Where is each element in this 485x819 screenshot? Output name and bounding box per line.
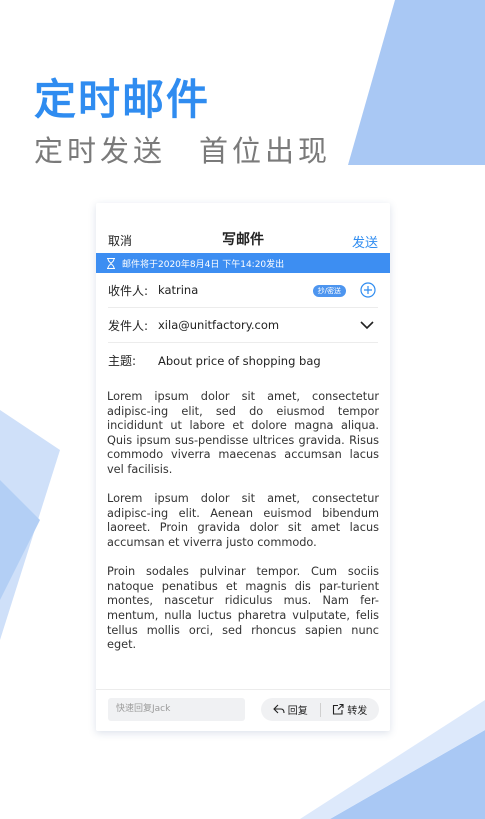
compose-card: 取消 写邮件 发送 邮件将于2020年8月4日 下午14:20发出 收件人: k… xyxy=(96,203,390,731)
schedule-text: 邮件将于2020年8月4日 下午14:20发出 xyxy=(122,259,285,270)
from-field[interactable]: xila@unitfactory.com xyxy=(158,318,279,332)
subject-label: 主题: xyxy=(108,354,137,368)
to-row: 收件人: katrina 抄/密送 xyxy=(108,273,378,308)
from-label: 发件人: xyxy=(108,318,149,333)
quick-reply-input[interactable]: 快速回复Jack xyxy=(108,698,245,721)
subject-field[interactable]: About price of shopping bag xyxy=(158,354,321,368)
compose-title: 写邮件 xyxy=(222,232,264,248)
promo-subline: 定时发送 首位出现 xyxy=(34,134,332,168)
hourglass-icon xyxy=(107,257,115,269)
add-recipient-icon[interactable] xyxy=(360,282,376,298)
body-paragraph: Lorem ipsum dolor sit amet, consectetur … xyxy=(107,492,379,549)
reply-forward-group: 回复 转发 xyxy=(261,698,379,721)
to-label: 收件人: xyxy=(108,283,149,298)
promo-headline: 定时邮件 xyxy=(34,75,211,124)
subject-row: 主题: About price of shopping bag xyxy=(108,343,378,378)
send-button[interactable]: 发送 xyxy=(352,232,378,251)
bottom-action-bar: 快速回复Jack 回复 转发 xyxy=(96,689,390,731)
body-paragraph: Proin sodales pulvinar tempor. Cum socii… xyxy=(107,565,379,652)
reply-icon xyxy=(272,704,285,714)
chevron-down-icon[interactable] xyxy=(360,320,374,330)
to-field[interactable]: katrina xyxy=(158,283,198,297)
reply-button[interactable]: 回复 xyxy=(261,698,320,721)
forward-icon xyxy=(333,704,344,715)
forward-button[interactable]: 转发 xyxy=(321,698,380,721)
message-body[interactable]: Lorem ipsum dolor sit amet, consectetur … xyxy=(107,390,379,653)
compose-topbar: 取消 写邮件 发送 xyxy=(96,203,390,253)
cc-bcc-button[interactable]: 抄/密送 xyxy=(312,285,346,297)
body-paragraph: Lorem ipsum dolor sit amet, consectetur … xyxy=(107,390,379,476)
top-right-shape xyxy=(348,0,485,165)
schedule-banner: 邮件将于2020年8月4日 下午14:20发出 xyxy=(96,253,390,273)
reply-label: 回复 xyxy=(287,706,308,717)
from-row: 发件人: xila@unitfactory.com xyxy=(108,308,378,343)
forward-label: 转发 xyxy=(347,706,368,717)
